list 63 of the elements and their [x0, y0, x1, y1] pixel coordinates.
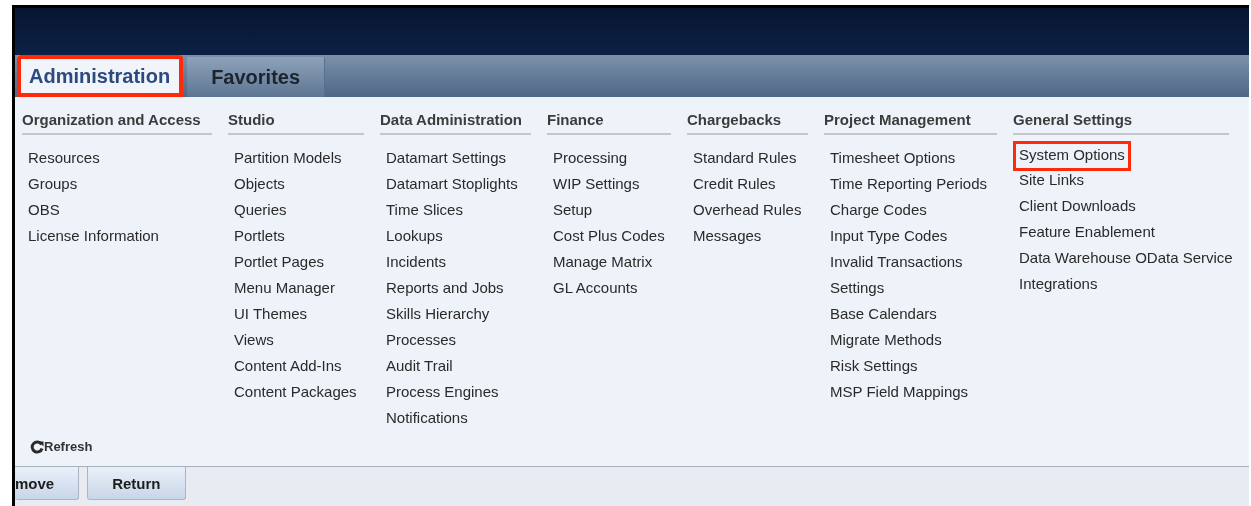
menu-link[interactable]: Risk Settings — [824, 353, 924, 379]
menu-link[interactable]: Credit Rules — [687, 171, 782, 197]
menu-link[interactable]: Client Downloads — [1013, 193, 1142, 219]
menu-link[interactable]: Content Add-Ins — [228, 353, 348, 379]
refresh-icon — [30, 439, 44, 454]
menu-link[interactable]: Reports and Jobs — [380, 275, 510, 301]
menu-link[interactable]: Portlet Pages — [228, 249, 331, 275]
menu-link[interactable]: Portlets — [228, 223, 291, 249]
menu-link[interactable]: Processing — [547, 145, 634, 171]
menu-link[interactable]: Data Warehouse OData Service — [1013, 245, 1239, 271]
menu-link[interactable]: Time Reporting Periods — [824, 171, 993, 197]
menu-link[interactable]: Feature Enablement — [1013, 219, 1161, 245]
menu-link[interactable]: Process Engines — [380, 379, 505, 405]
menu-link[interactable]: Base Calendars — [824, 301, 943, 327]
menu-link[interactable]: Cost Plus Codes — [547, 223, 671, 249]
action-button[interactable]: move — [15, 467, 80, 500]
menu-link[interactable]: Standard Rules — [687, 145, 803, 171]
menu-link[interactable]: Skills Hierarchy — [380, 301, 496, 327]
menu-link[interactable]: Datamart Settings — [380, 145, 513, 171]
column-heading: Project Management — [824, 111, 997, 135]
menu-link[interactable]: Audit Trail — [380, 353, 459, 379]
menu-link[interactable]: Content Packages — [228, 379, 363, 405]
refresh-link[interactable]: Refresh — [22, 439, 93, 466]
menu-link[interactable]: Datamart Stoplights — [380, 171, 524, 197]
menu-link[interactable]: Invalid Transactions — [824, 249, 969, 275]
column-heading: Studio — [228, 111, 364, 135]
column-heading: Data Administration — [380, 111, 531, 135]
menu-link[interactable]: Menu Manager — [228, 275, 341, 301]
menu-link[interactable]: Overhead Rules — [687, 197, 808, 223]
menu-link[interactable]: UI Themes — [228, 301, 314, 327]
menu-link[interactable]: Processes — [380, 327, 463, 353]
menu-link[interactable]: Lookups — [380, 223, 449, 249]
action-button[interactable]: Return — [87, 467, 186, 500]
menu-link[interactable]: Messages — [687, 223, 768, 249]
column-heading: Chargebacks — [687, 111, 808, 135]
menu-link[interactable]: OBS — [22, 197, 66, 223]
tab[interactable]: Administration — [17, 55, 184, 97]
menu-link[interactable]: Integrations — [1013, 271, 1104, 297]
menu-link[interactable]: Settings — [824, 275, 891, 301]
menu-link[interactable]: Charge Codes — [824, 197, 933, 223]
menu-link[interactable]: Setup — [547, 197, 599, 223]
menu-link[interactable]: Manage Matrix — [547, 249, 659, 275]
menu-link[interactable]: Incidents — [380, 249, 453, 275]
menu-link[interactable]: Migrate Methods — [824, 327, 948, 353]
menu-link[interactable]: System Options — [1013, 141, 1131, 171]
menu-link[interactable]: WIP Settings — [547, 171, 646, 197]
tab[interactable]: Favorites — [187, 57, 326, 97]
column-heading: Finance — [547, 111, 671, 135]
menu-link[interactable]: Input Type Codes — [824, 223, 954, 249]
column-heading: Organization and Access — [22, 111, 212, 135]
menu-link[interactable]: Partition Models — [228, 145, 348, 171]
menu-link[interactable]: Time Slices — [380, 197, 469, 223]
menu-link[interactable]: Views — [228, 327, 280, 353]
menu-link[interactable]: Notifications — [380, 405, 474, 431]
menu-link[interactable]: MSP Field Mappings — [824, 379, 975, 405]
menu-link[interactable]: License Information — [22, 223, 165, 249]
menu-link[interactable]: Timesheet Options — [824, 145, 962, 171]
column-heading: General Settings — [1013, 111, 1229, 135]
menu-link[interactable]: Groups — [22, 171, 84, 197]
menu-link[interactable]: Resources — [22, 145, 106, 171]
menu-link[interactable]: Queries — [228, 197, 293, 223]
menu-link[interactable]: Objects — [228, 171, 291, 197]
menu-link[interactable]: GL Accounts — [547, 275, 644, 301]
